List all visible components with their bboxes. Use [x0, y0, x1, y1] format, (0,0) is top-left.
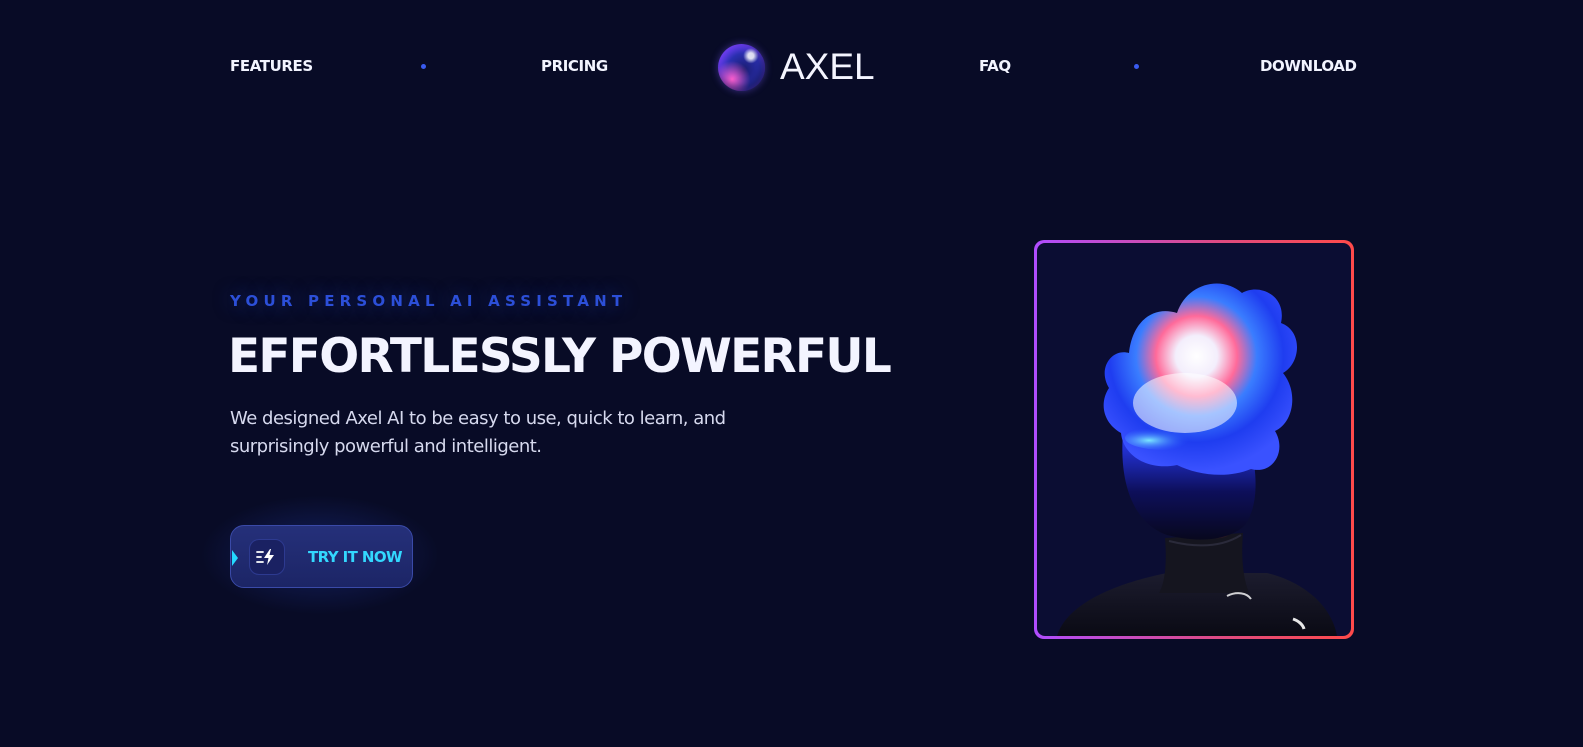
brand-name: AXEL [780, 46, 875, 87]
hero-eyebrow: YOUR PERSONAL AI ASSISTANT [230, 292, 628, 310]
cta-label: TRY IT NOW [308, 548, 403, 566]
nav-link-pricing[interactable]: PRICING [541, 57, 608, 75]
nav-separator-dot [421, 64, 426, 69]
nav-link-faq[interactable]: FAQ [979, 57, 1011, 75]
nav-separator-dot [1134, 64, 1139, 69]
hero-image [1037, 243, 1351, 636]
hero-subtext: We designed Axel AI to be easy to use, q… [230, 408, 726, 457]
brand-logo[interactable]: AXEL [718, 43, 875, 91]
nav-link-download[interactable]: DOWNLOAD [1260, 57, 1357, 75]
cta-notch-indicator [232, 550, 238, 566]
fast-lightning-icon [249, 539, 285, 575]
gradient-orb-icon [718, 43, 765, 91]
try-it-now-button[interactable]: TRY IT NOW [230, 525, 413, 588]
hero-image-frame [1034, 240, 1354, 639]
nav-link-features[interactable]: FEATURES [230, 57, 313, 75]
landing-page: FEATURES PRICING AXEL FAQ DOWNLOAD YOUR … [0, 0, 1583, 747]
hero-headline: EFFORTLESSLY POWERFUL [228, 329, 892, 384]
